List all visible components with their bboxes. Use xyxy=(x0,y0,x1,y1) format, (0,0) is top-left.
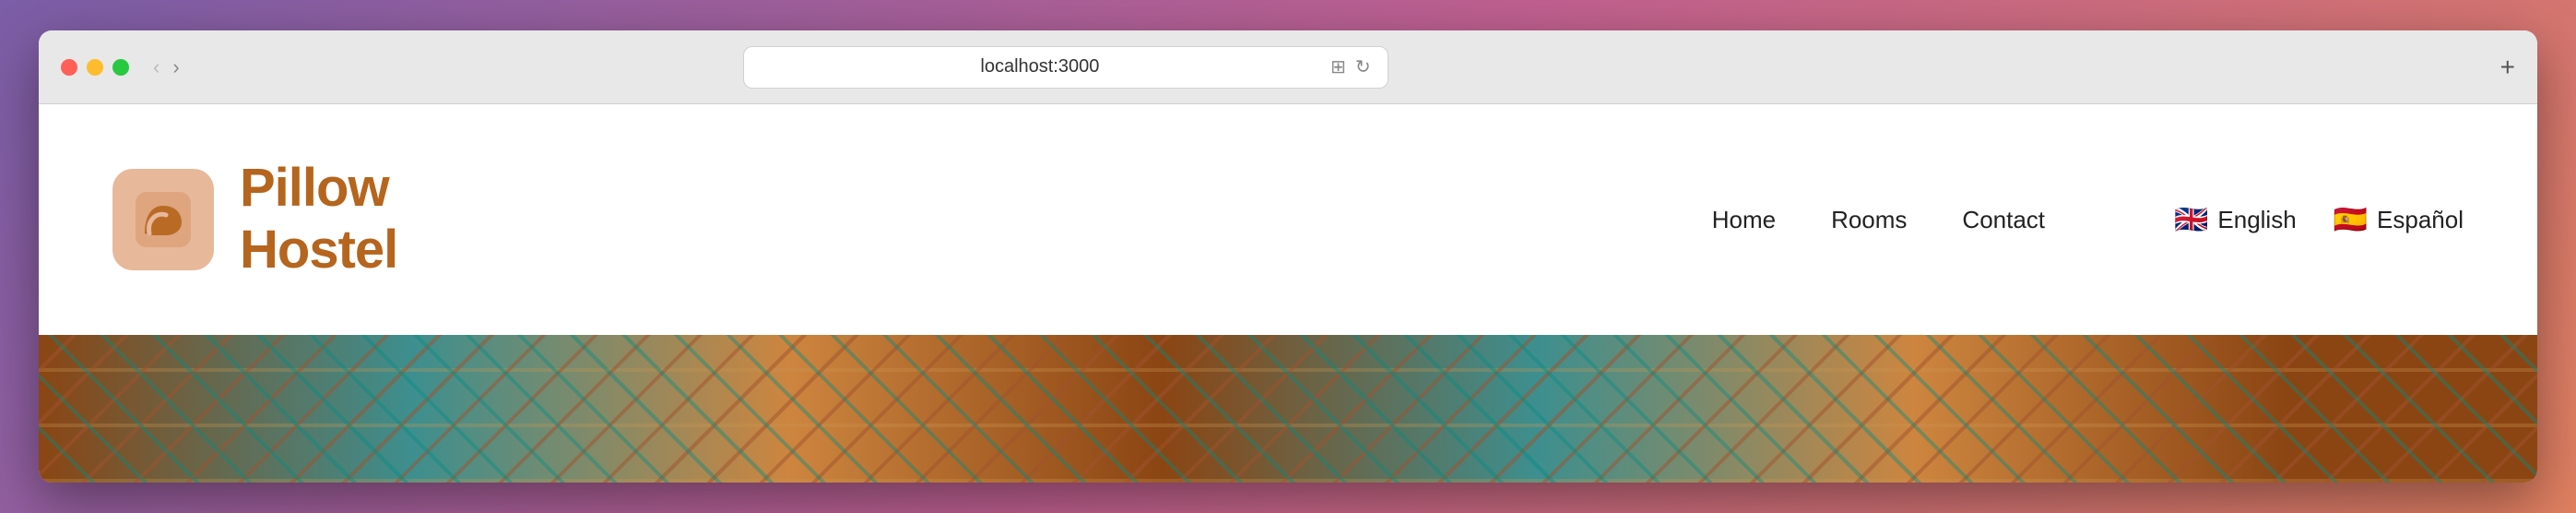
lang-spanish[interactable]: 🇪🇸 Español xyxy=(2334,204,2464,236)
nav-rooms[interactable]: Rooms xyxy=(1831,206,1907,234)
page-content: Pillow Hostel Home Rooms Contact 🇬🇧 Engl… xyxy=(39,104,2537,483)
traffic-lights xyxy=(61,59,129,76)
forward-button[interactable]: › xyxy=(172,55,179,79)
logo-area: Pillow Hostel xyxy=(112,158,397,280)
lang-english[interactable]: 🇬🇧 English xyxy=(2174,204,2297,236)
browser-window: ‹ › localhost:3000 ⊞ ↻ + xyxy=(39,30,2537,483)
address-bar[interactable]: localhost:3000 ⊞ ↻ xyxy=(743,46,1388,89)
nav-contact[interactable]: Contact xyxy=(1962,206,2045,234)
hero-image-strip xyxy=(39,335,2537,483)
close-button[interactable] xyxy=(61,59,77,76)
title-bar: ‹ › localhost:3000 ⊞ ↻ + xyxy=(39,30,2537,104)
tile-pattern xyxy=(39,335,2537,483)
minimize-button[interactable] xyxy=(87,59,103,76)
logo-svg xyxy=(131,187,195,252)
spanish-label: Español xyxy=(2377,206,2464,234)
english-label: English xyxy=(2217,206,2296,234)
maximize-button[interactable] xyxy=(112,59,129,76)
new-tab-button[interactable]: + xyxy=(2500,53,2515,82)
back-button[interactable]: ‹ xyxy=(153,55,160,79)
site-nav: Home Rooms Contact 🇬🇧 English 🇪🇸 Español xyxy=(1712,204,2464,236)
site-header: Pillow Hostel Home Rooms Contact 🇬🇧 Engl… xyxy=(39,104,2537,335)
spanish-flag: 🇪🇸 xyxy=(2334,204,2368,236)
nav-home[interactable]: Home xyxy=(1712,206,1776,234)
nav-buttons: ‹ › xyxy=(153,55,180,79)
logo-text: Pillow Hostel xyxy=(240,158,397,280)
language-switcher: 🇬🇧 English 🇪🇸 Español xyxy=(2174,204,2464,236)
english-flag: 🇬🇧 xyxy=(2174,204,2208,236)
logo-icon xyxy=(112,169,214,270)
address-bar-icons: ⊞ ↻ xyxy=(1330,55,1371,78)
translate-icon[interactable]: ⊞ xyxy=(1330,55,1346,78)
address-text: localhost:3000 xyxy=(761,56,1319,78)
logo-line1: Pillow xyxy=(240,158,397,220)
refresh-icon[interactable]: ↻ xyxy=(1355,55,1371,78)
logo-line2: Hostel xyxy=(240,220,397,281)
